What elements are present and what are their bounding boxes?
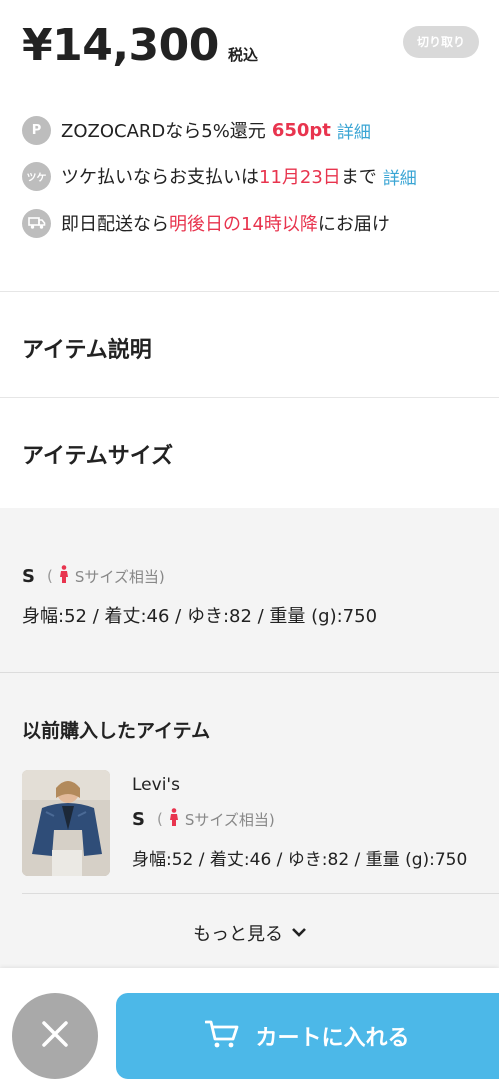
divider <box>22 893 499 894</box>
tsuke-date: 11月23日 <box>259 167 341 188</box>
add-to-cart-label: カートに入れる <box>255 1026 410 1051</box>
delivery-row: 即日配送なら 明後日の14時以降 にお届け <box>22 208 390 238</box>
tsuke-detail-link[interactable]: 詳細 <box>383 164 417 189</box>
add-to-cart-button[interactable]: カートに入れる <box>116 993 499 1079</box>
show-more-button[interactable]: もっと見る <box>0 920 499 946</box>
previous-item-size: S ( Sサイズ相当) <box>132 808 275 830</box>
price-row: ¥14,300 税込 切り取り <box>22 18 499 78</box>
person-icon <box>59 565 69 587</box>
size-measurements: 身幅:52 / 着丈:46 / ゆき:82 / 重量 (g):750 <box>22 606 378 627</box>
tsuke-suffix: まで <box>340 167 377 188</box>
size-equivalent: Sサイズ相当) <box>74 567 165 586</box>
price: ¥14,300 <box>22 20 219 71</box>
tsuke-icon: ツケ <box>22 161 51 191</box>
divider <box>0 291 499 292</box>
previous-items-title: 以前購入したアイテム <box>22 720 211 742</box>
paren-open: ( <box>156 810 163 828</box>
tsuke-text: ツケ払いならお支払いは <box>61 167 259 188</box>
delivery-suffix: にお届け <box>317 214 390 235</box>
tax-label: 税込 <box>228 46 259 64</box>
delivery-text: 即日配送なら <box>61 214 169 235</box>
chevron-down-icon <box>287 926 306 942</box>
size-letter: S <box>22 565 35 587</box>
show-more-label: もっと見る <box>193 924 284 945</box>
points-icon: P <box>22 115 51 145</box>
item-size-title[interactable]: アイテムサイズ <box>22 438 173 470</box>
previous-item-measurements: 身幅:52 / 着丈:46 / ゆき:82 / 重量 (g):750 <box>132 850 468 870</box>
cut-button[interactable]: 切り取り <box>403 26 479 58</box>
item-description-title[interactable]: アイテム説明 <box>22 332 152 364</box>
divider <box>0 397 499 398</box>
previous-item-brand: Levi's <box>132 775 180 795</box>
size-line: S ( Sサイズ相当) <box>22 565 165 587</box>
previous-item-image[interactable] <box>22 770 110 876</box>
truck-icon <box>22 208 51 238</box>
size-equivalent: Sサイズ相当) <box>184 810 275 829</box>
zozocard-text: ZOZOCARDなら5%還元 <box>61 121 266 142</box>
paren-open: ( <box>46 567 53 585</box>
close-button[interactable] <box>12 993 98 1079</box>
cart-icon <box>205 1019 239 1053</box>
divider <box>0 672 499 673</box>
person-icon <box>169 808 179 830</box>
zozocard-row: P ZOZOCARDなら5%還元 650pt 詳細 <box>22 115 371 145</box>
zozocard-detail-link[interactable]: 詳細 <box>337 118 371 143</box>
delivery-highlight: 明後日の14時以降 <box>169 214 318 235</box>
points-value: 650pt <box>271 119 331 141</box>
close-icon <box>41 1020 69 1052</box>
size-letter: S <box>132 808 145 830</box>
tsuke-row: ツケ ツケ払いならお支払いは 11月23日 まで 詳細 <box>22 161 417 191</box>
product-page: ¥14,300 税込 切り取り P ZOZOCARDなら5%還元 650pt 詳… <box>0 0 499 1080</box>
